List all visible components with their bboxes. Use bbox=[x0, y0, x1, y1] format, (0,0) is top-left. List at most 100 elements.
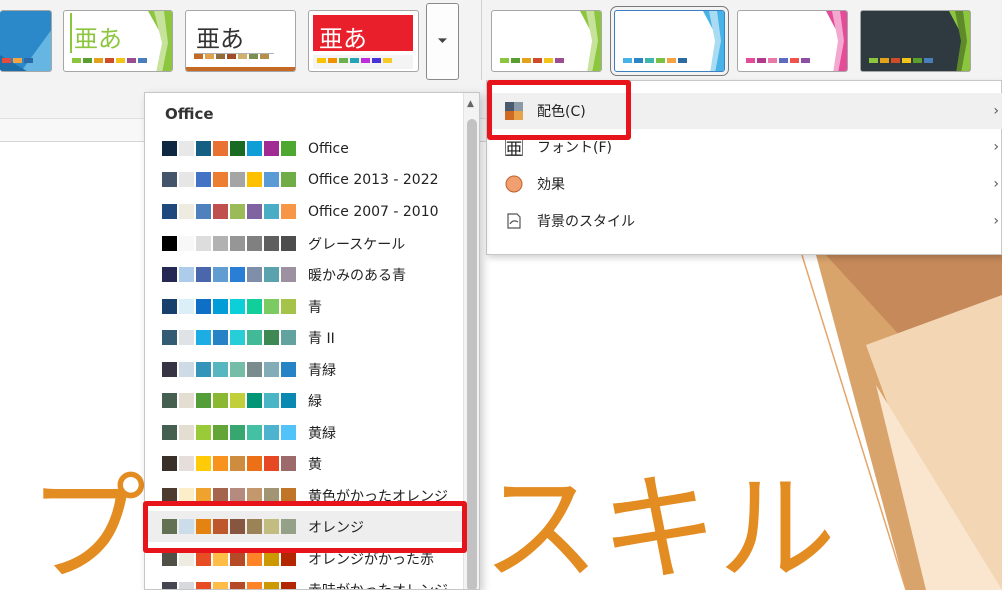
menu-item-fonts[interactable]: 亜 フォント(F) › bbox=[487, 129, 1002, 165]
color-swatch bbox=[264, 519, 279, 534]
chevron-right-icon: › bbox=[993, 213, 999, 229]
scheme-swatches bbox=[162, 582, 296, 589]
variant-thumbnail-1[interactable] bbox=[491, 10, 602, 72]
theme-thumbnail-1-palette bbox=[2, 58, 33, 63]
theme-thumbnail-4[interactable]: 亜あ bbox=[308, 10, 419, 72]
palette-chip bbox=[913, 58, 922, 63]
palette-chip bbox=[372, 58, 381, 63]
color-swatch bbox=[179, 204, 194, 219]
color-swatch bbox=[230, 299, 245, 314]
palette-chip bbox=[869, 58, 878, 63]
palette-chip bbox=[72, 58, 81, 63]
color-scheme-item[interactable]: 青緑 bbox=[145, 354, 463, 385]
color-swatch bbox=[179, 425, 194, 440]
color-swatch bbox=[162, 236, 177, 251]
color-swatch bbox=[196, 519, 211, 534]
theme-thumbnail-2[interactable]: 亜あ bbox=[63, 10, 173, 72]
color-scheme-item[interactable]: オレンジがかった赤 bbox=[145, 543, 463, 574]
scheme-label: 暖かみのある青 bbox=[308, 267, 406, 284]
color-swatch bbox=[162, 330, 177, 345]
color-swatch bbox=[230, 488, 245, 503]
color-swatch bbox=[247, 362, 262, 377]
palette-chip bbox=[746, 58, 755, 63]
color-scheme-item[interactable]: Office bbox=[145, 133, 463, 164]
scheme-swatches bbox=[162, 330, 296, 345]
color-swatch bbox=[264, 551, 279, 566]
color-swatch bbox=[230, 362, 245, 377]
color-swatch bbox=[264, 362, 279, 377]
color-scheme-item[interactable]: 緑 bbox=[145, 385, 463, 416]
theme-thumbnail-3[interactable]: 亜あ bbox=[185, 10, 296, 72]
palette-chip bbox=[94, 58, 103, 63]
color-swatch bbox=[179, 551, 194, 566]
color-swatch bbox=[196, 141, 211, 156]
color-scheme-item[interactable]: グレースケール bbox=[145, 228, 463, 259]
color-swatch bbox=[196, 204, 211, 219]
palette-chip bbox=[544, 58, 553, 63]
color-swatch bbox=[264, 172, 279, 187]
variant-thumbnail-4[interactable] bbox=[860, 10, 971, 72]
color-swatch bbox=[213, 393, 228, 408]
color-swatch bbox=[230, 551, 245, 566]
color-scheme-item[interactable]: 黄 bbox=[145, 448, 463, 479]
variant-thumbnail-3-palette bbox=[746, 58, 810, 63]
color-swatch bbox=[230, 582, 245, 589]
menu-item-color-scheme[interactable]: 配色(C) › bbox=[487, 93, 1002, 129]
chevron-right-icon: › bbox=[993, 103, 999, 119]
color-scheme-item-orange[interactable]: オレンジ bbox=[145, 511, 463, 542]
color-swatch bbox=[196, 299, 211, 314]
color-swatch bbox=[247, 456, 262, 471]
slide-title-left[interactable]: プ bbox=[28, 470, 146, 588]
variant-thumbnail-2[interactable] bbox=[610, 6, 729, 76]
color-swatch bbox=[213, 582, 228, 589]
scheme-label: Office 2013 - 2022 bbox=[308, 171, 439, 188]
palette-chip bbox=[2, 58, 11, 63]
theme-thumbnail-1[interactable] bbox=[0, 10, 52, 72]
color-swatch bbox=[179, 582, 194, 589]
chevron-right-icon: › bbox=[993, 139, 999, 155]
color-swatch bbox=[179, 519, 194, 534]
scheme-label: 青 bbox=[308, 299, 322, 316]
dropdown-scrollbar[interactable]: ▲ bbox=[463, 93, 479, 589]
color-swatch bbox=[264, 582, 279, 589]
palette-chip bbox=[891, 58, 900, 63]
menu-item-effects[interactable]: 効果 › bbox=[487, 166, 1002, 202]
palette-chip bbox=[328, 58, 337, 63]
color-swatch bbox=[264, 141, 279, 156]
color-swatch bbox=[196, 393, 211, 408]
color-swatch bbox=[213, 330, 228, 345]
color-scheme-item[interactable]: 青 II bbox=[145, 322, 463, 353]
scheme-label: オレンジがかった赤 bbox=[308, 551, 434, 568]
color-scheme-item[interactable]: Office 2007 - 2010 bbox=[145, 196, 463, 227]
color-swatch bbox=[213, 519, 228, 534]
scrollbar-thumb[interactable] bbox=[467, 119, 477, 589]
palette-chip bbox=[511, 58, 520, 63]
color-scheme-item[interactable]: 黄色がかったオレンジ bbox=[145, 480, 463, 511]
palette-chip bbox=[116, 58, 125, 63]
slide-title-right[interactable]: スキル bbox=[482, 470, 836, 588]
color-swatch bbox=[213, 267, 228, 282]
color-swatch bbox=[213, 172, 228, 187]
effects-icon bbox=[505, 175, 523, 193]
palette-chip bbox=[24, 58, 33, 63]
menu-item-background-style[interactable]: 背景のスタイル › bbox=[487, 203, 1002, 239]
more-themes-button[interactable]: ⏷ bbox=[426, 3, 459, 80]
scheme-swatches bbox=[162, 456, 296, 471]
color-scheme-item[interactable]: Office 2013 - 2022 bbox=[145, 164, 463, 195]
palette-chip bbox=[880, 58, 889, 63]
palette-chip bbox=[205, 54, 214, 59]
color-scheme-item[interactable]: 暖かみのある青 bbox=[145, 259, 463, 290]
variant-thumbnail-4-palette bbox=[869, 58, 933, 63]
scroll-up-arrow-icon[interactable]: ▲ bbox=[467, 99, 474, 109]
palette-chip bbox=[801, 58, 810, 63]
variant-thumbnail-3[interactable] bbox=[737, 10, 848, 72]
color-scheme-item[interactable]: 黄緑 bbox=[145, 417, 463, 448]
color-scheme-item[interactable]: 青 bbox=[145, 291, 463, 322]
color-swatch bbox=[230, 236, 245, 251]
color-swatch bbox=[247, 551, 262, 566]
color-swatch bbox=[281, 393, 296, 408]
scheme-swatches bbox=[162, 488, 296, 503]
color-scheme-item[interactable]: 赤味がかったオレンジ bbox=[145, 574, 463, 589]
color-swatch bbox=[162, 519, 177, 534]
menu-item-color-scheme-label: 配色(C) bbox=[537, 104, 586, 120]
